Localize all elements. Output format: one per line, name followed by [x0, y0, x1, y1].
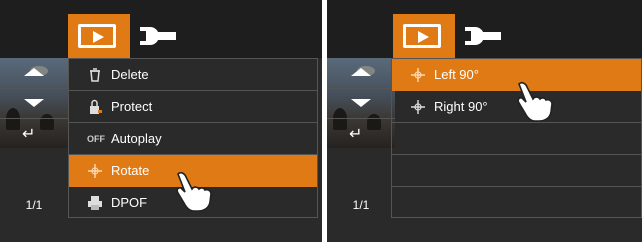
- scroll-down-button[interactable]: [0, 88, 68, 119]
- arrow-down-icon: [24, 99, 44, 107]
- menu-item-protect[interactable]: Protect: [69, 91, 317, 123]
- rotate-icon: [411, 100, 425, 114]
- menu-item-label: DPOF: [111, 195, 148, 210]
- enter-icon: ↵: [22, 124, 36, 143]
- menu-row-empty: [392, 187, 641, 219]
- menu-item-label: Autoplay: [111, 131, 162, 146]
- scroll-up-button[interactable]: [327, 58, 395, 89]
- menu-item-label: Left 90°: [434, 67, 479, 82]
- arrow-up-icon: [351, 68, 371, 76]
- camera-screen-right: ↵ 1/1 Left 90° Right 90°: [327, 0, 642, 242]
- menu-row-empty: [392, 123, 641, 155]
- page-counter: 1/1: [25, 198, 43, 212]
- wrench-icon[interactable]: [463, 24, 503, 48]
- scroll-down-button[interactable]: [327, 88, 395, 119]
- pointing-hand-icon: [176, 171, 212, 212]
- enter-button[interactable]: ↵: [327, 118, 395, 148]
- rotate-icon: [88, 164, 102, 178]
- arrow-down-icon: [351, 99, 371, 107]
- trash-icon: [90, 68, 100, 82]
- enter-icon: ↵: [349, 124, 363, 143]
- menu-item-delete[interactable]: Delete: [69, 59, 317, 91]
- lock-icon: [90, 99, 102, 114]
- print-icon: [88, 196, 102, 210]
- pointing-hand-icon: [517, 81, 553, 122]
- arrow-up-icon: [24, 68, 44, 76]
- off-icon: OFF: [87, 134, 105, 144]
- scroll-up-button[interactable]: [0, 58, 68, 89]
- menu-item-autoplay[interactable]: OFF Autoplay: [69, 123, 317, 155]
- rotate-icon: [411, 68, 425, 82]
- menu-item-label: Delete: [111, 67, 149, 82]
- tab-playback[interactable]: [393, 14, 455, 58]
- playback-icon: [403, 24, 441, 48]
- menu-item-label: Rotate: [111, 163, 150, 178]
- tab-playback[interactable]: [68, 14, 130, 58]
- camera-screen-left: ↵ 1/1 Delete Protect OFF Autoplay Rotate…: [0, 0, 322, 242]
- playback-icon: [78, 24, 116, 48]
- menu-row-empty: [392, 155, 641, 187]
- menu-item-label: Right 90°: [434, 99, 488, 114]
- page-counter: 1/1: [352, 198, 370, 212]
- enter-button[interactable]: ↵: [0, 118, 68, 148]
- menu-item-label: Protect: [111, 99, 153, 114]
- wrench-icon[interactable]: [138, 24, 178, 48]
